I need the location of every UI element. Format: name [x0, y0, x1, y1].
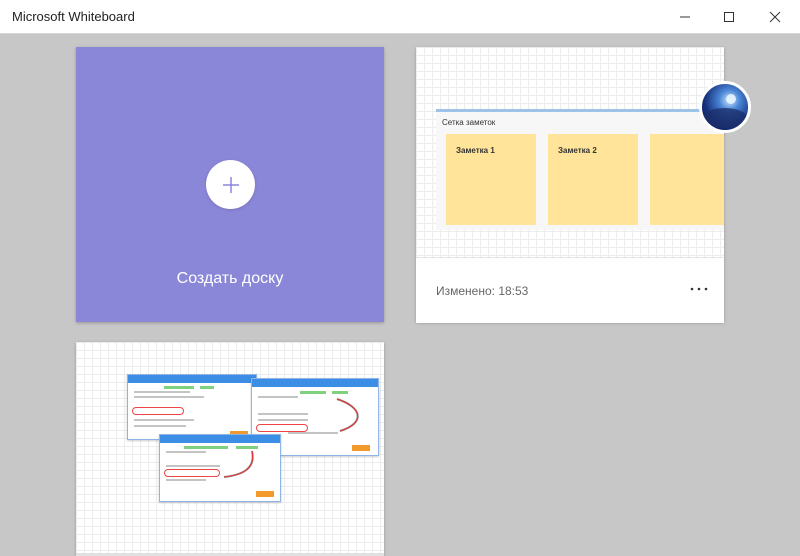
- board-thumbnail[interactable]: Сетка заметок Заметка 1 Заметка 2: [416, 47, 724, 257]
- board-footer: Изменено: 18:53: [416, 257, 724, 323]
- plus-icon: [222, 176, 239, 193]
- title-bar: Microsoft Whiteboard: [0, 0, 800, 34]
- maximize-icon: [724, 11, 734, 22]
- avatar: [699, 81, 751, 133]
- sticky-note: Заметка 1: [446, 134, 536, 225]
- grid-title: Сетка заметок: [442, 118, 496, 127]
- arrow-annotation: [223, 450, 254, 478]
- sticky-note: [650, 134, 724, 225]
- arrow-annotation: [336, 398, 359, 432]
- screenshot-window: [127, 374, 257, 440]
- modified-time: Изменено: 18:53: [436, 284, 529, 298]
- close-button[interactable]: [752, 0, 798, 33]
- more-options-button[interactable]: [688, 278, 710, 300]
- sticky-notes-grid: Сетка заметок Заметка 1 Заметка 2: [436, 109, 724, 230]
- board-card[interactable]: [76, 342, 384, 556]
- minimize-button[interactable]: [662, 0, 708, 33]
- board-thumbnail[interactable]: [76, 342, 384, 556]
- board-card[interactable]: Сетка заметок Заметка 1 Заметка 2 Измене…: [416, 47, 751, 323]
- create-board-tile[interactable]: Создать доску: [76, 47, 384, 322]
- more-dots-icon: [690, 287, 708, 291]
- close-icon: [769, 11, 781, 22]
- create-board-label: Создать доску: [176, 270, 284, 287]
- maximize-button[interactable]: [706, 0, 752, 33]
- create-board-button[interactable]: [206, 160, 255, 209]
- avatar-image: [703, 94, 747, 128]
- screenshot-window: [159, 434, 281, 502]
- minimize-icon: [680, 16, 690, 17]
- sticky-note: Заметка 2: [548, 134, 638, 225]
- window-title: Microsoft Whiteboard: [12, 9, 135, 24]
